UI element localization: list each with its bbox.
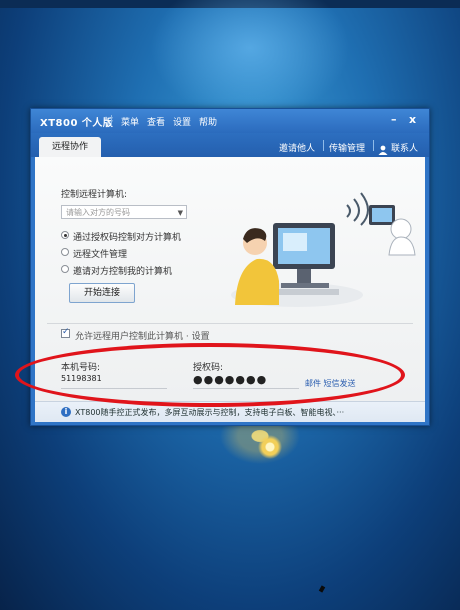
option-file-management[interactable]: 远程文件管理 (73, 247, 127, 260)
radio-invite-control[interactable] (61, 265, 69, 273)
link-separator (323, 140, 324, 151)
radio-auth-control[interactable] (61, 231, 69, 239)
partner-id-placeholder: 请输入对方的号码 (66, 208, 130, 217)
title-separator (111, 115, 112, 126)
close-button[interactable]: x (409, 113, 416, 126)
start-connect-button[interactable]: 开始连接 (69, 283, 135, 303)
tab-bar: 远程协作 邀请他人 传输管理 联系人 (31, 133, 429, 157)
section-divider (47, 323, 413, 324)
contacts-link[interactable]: 联系人 (391, 141, 418, 154)
link-separator (373, 140, 374, 151)
title-bar[interactable]: XT800 个人版 菜单 查看 设置 帮助 – x (31, 109, 429, 133)
tab-remote-collab[interactable]: 远程协作 (39, 137, 101, 157)
app-brand: XT800 个人版 (40, 118, 114, 129)
menu-view[interactable]: 查看 (147, 115, 165, 128)
highlight-ring (15, 343, 405, 407)
allow-control-checkbox[interactable] (61, 327, 70, 338)
option-auth-control[interactable]: 通过授权码控制对方计算机 (73, 230, 181, 243)
contact-icon[interactable] (378, 140, 388, 155)
invite-link[interactable]: 邀请他人 (279, 141, 315, 154)
mouse-cursor (318, 585, 326, 593)
remote-control-illustration (231, 192, 416, 307)
dropdown-arrow-icon[interactable]: ▼ (178, 206, 183, 220)
menu-main[interactable]: 菜单 (121, 115, 139, 128)
menu-help[interactable]: 帮助 (199, 115, 217, 128)
wallpaper-flower-center (258, 435, 282, 459)
partner-id-input[interactable]: 请输入对方的号码 ▼ (61, 205, 187, 219)
transfer-link[interactable]: 传输管理 (329, 141, 365, 154)
minimize-button[interactable]: – (391, 113, 397, 126)
radio-file-management[interactable] (61, 248, 69, 256)
control-heading: 控制远程计算机: (61, 190, 128, 200)
info-icon: i (61, 407, 71, 417)
allow-control-label[interactable]: 允许远程用户控制此计算机 · 设置 (75, 329, 210, 342)
option-invite-control[interactable]: 邀请对方控制我的计算机 (73, 264, 172, 277)
status-message[interactable]: XT800随手控正式发布，多屏互动展示与控制，支持电子白板、智能电视、··· (75, 407, 344, 418)
menu-settings[interactable]: 设置 (173, 115, 191, 128)
wallpaper-glow (150, 0, 350, 120)
